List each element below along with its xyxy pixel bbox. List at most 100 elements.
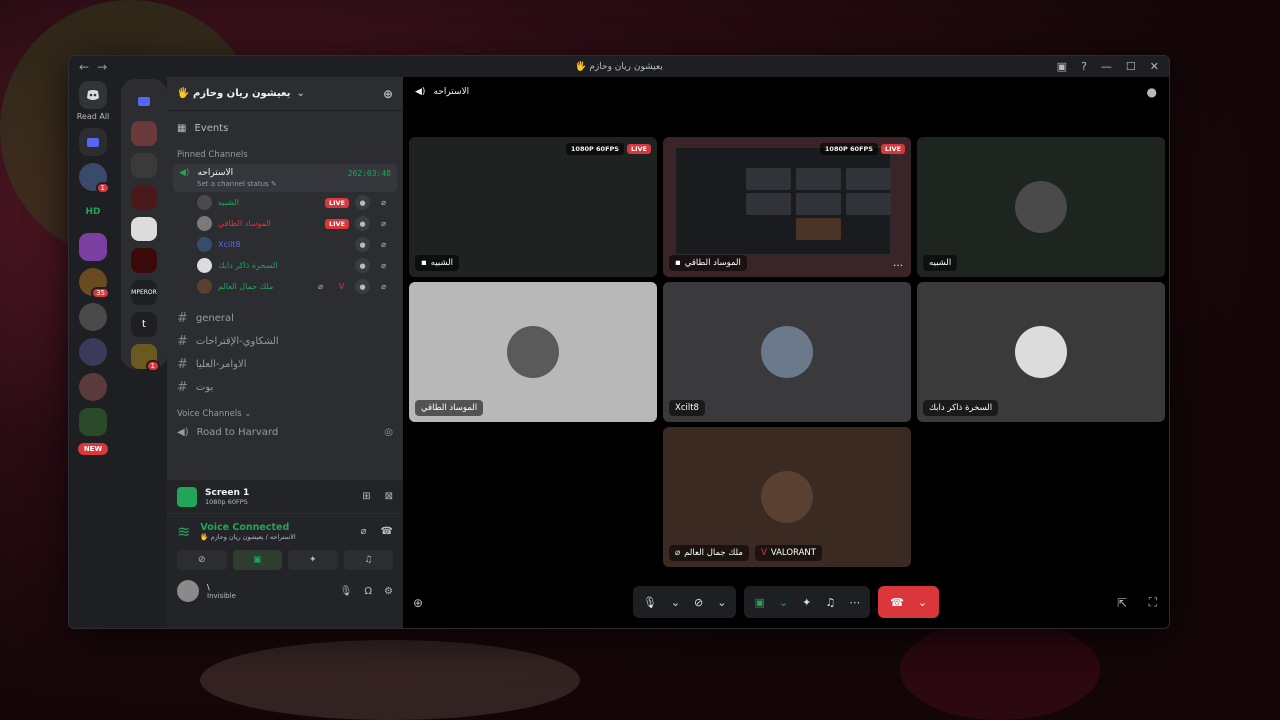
- guild-emperor-icon[interactable]: MPEROR: [131, 280, 157, 306]
- folder-icon[interactable]: [79, 128, 107, 156]
- window-title: 🖐 يعيشون ريان وحازم: [575, 61, 663, 72]
- camera-off-icon: ⌀: [318, 282, 323, 291]
- tile-name: السخرة ذاكر دابك: [929, 403, 993, 413]
- read-all-label[interactable]: Read All: [77, 112, 110, 121]
- events-item[interactable]: ▦ Events: [173, 117, 397, 140]
- activities-icon[interactable]: ✦: [802, 596, 811, 609]
- chevron-down-icon[interactable]: ⌄: [918, 596, 927, 609]
- guild-icon[interactable]: 1: [131, 344, 160, 373]
- screen-share-icon[interactable]: ▣: [754, 596, 764, 609]
- text-channel-commands[interactable]: # الاوامر-العليا: [173, 353, 397, 376]
- text-channel-suggestions[interactable]: # الشكاوي-الإقتراحات: [173, 330, 397, 353]
- user-panel: Screen 1 1080p 60FPS ⊞ ⊠ ≋ Voice Connect…: [167, 480, 403, 628]
- guild-icon[interactable]: [79, 373, 107, 401]
- voice-connected-title[interactable]: Voice Connected: [200, 522, 295, 533]
- guild-icon[interactable]: [131, 248, 157, 274]
- mic-control[interactable]: 🎙 ⌄ ⊘ ⌄: [632, 586, 737, 618]
- guild-md-icon[interactable]: [79, 338, 107, 366]
- back-arrow-icon[interactable]: ←: [79, 60, 89, 74]
- chat-bubble-icon[interactable]: ●: [355, 279, 370, 294]
- camera-off-icon[interactable]: ⊘: [694, 596, 703, 609]
- voice-channel-active[interactable]: ◀) الاستراحه 262:03:48 Set a channel sta…: [173, 164, 397, 192]
- discord-home-icon[interactable]: [79, 81, 107, 109]
- pinned-category[interactable]: Pinned Channels: [173, 140, 397, 164]
- chevron-down-icon[interactable]: ⌄: [717, 596, 726, 609]
- chat-icon[interactable]: ●: [1147, 85, 1157, 99]
- user-tile[interactable]: Xcilt8: [663, 282, 911, 422]
- deafened-icon: ⌀: [381, 219, 386, 228]
- hang-up-icon[interactable]: ☎: [890, 596, 904, 609]
- user-tile[interactable]: السخرة ذاكر دابك: [917, 282, 1165, 422]
- guild-icon[interactable]: [79, 408, 107, 436]
- signal-icon[interactable]: ≋: [177, 522, 190, 541]
- screen-share-control[interactable]: ▣ ⌄ ✦ ♫ ⋯: [744, 586, 871, 618]
- channel-status[interactable]: Set a channel status ✎: [179, 180, 391, 188]
- noise-suppression-icon[interactable]: ⌀: [361, 526, 367, 537]
- chat-bubble-icon[interactable]: ●: [355, 195, 370, 210]
- guild-crown-icon[interactable]: 35: [79, 268, 110, 299]
- mic-muted-icon: ⌀: [381, 261, 386, 270]
- user-tile[interactable]: ⌀ ملك جمال العالم V VALORANT: [663, 427, 911, 567]
- channel-name: الشكاوي-الإقتراحات: [195, 336, 279, 347]
- help-icon[interactable]: ?: [1081, 60, 1087, 73]
- chevron-down-icon[interactable]: ⌄: [671, 596, 680, 609]
- soundboard-icon[interactable]: ♫: [825, 596, 835, 609]
- chevron-down-icon[interactable]: ⌄: [779, 596, 788, 609]
- server-header[interactable]: 🖐 يعيشون ريان وحازم ⌄ ⊕: [167, 77, 403, 111]
- more-options-icon[interactable]: …: [893, 258, 903, 269]
- activities-button[interactable]: ✦: [288, 550, 338, 570]
- close-icon[interactable]: ✕: [1150, 60, 1159, 73]
- voice-user[interactable]: الموساد الطاقي LIVE ● ⌀: [173, 213, 397, 234]
- voice-user[interactable]: الشبيه LIVE ● ⌀: [173, 192, 397, 213]
- avatar: [197, 195, 212, 210]
- folder-icon[interactable]: [131, 89, 157, 114]
- new-badge[interactable]: NEW: [77, 443, 109, 455]
- camera-toggle-button[interactable]: ⊘: [177, 550, 227, 570]
- inbox-icon[interactable]: ▣: [1057, 60, 1067, 73]
- more-icon[interactable]: ⋯: [849, 596, 860, 609]
- chat-bubble-icon[interactable]: ●: [355, 216, 370, 231]
- hidden-eye-icon[interactable]: ◎: [384, 427, 393, 438]
- voice-channel-road-to-harvard[interactable]: ◀) Road to Harvard ◎: [173, 423, 397, 442]
- guild-icon[interactable]: [131, 184, 157, 210]
- screen-share-button[interactable]: ▣: [232, 550, 282, 570]
- settings-gear-icon[interactable]: ⚙: [384, 586, 393, 597]
- user-tile[interactable]: الموساد الطاقي: [409, 282, 657, 422]
- guild-icon[interactable]: [79, 303, 107, 331]
- forward-arrow-icon[interactable]: →: [97, 60, 107, 74]
- stream-tile[interactable]: 1080P 60FPS LIVE ▪ الموساد الطاقي …: [663, 137, 911, 277]
- text-channel-general[interactable]: # general: [173, 307, 397, 330]
- voice-category[interactable]: Voice Channels ⌄: [173, 399, 397, 423]
- maximize-icon[interactable]: ☐: [1126, 60, 1136, 73]
- leave-call-button[interactable]: ☎ ⌄: [878, 586, 940, 618]
- voice-user[interactable]: ملك جمال العالم ⌀ V ● ⌀: [173, 276, 397, 297]
- voice-user[interactable]: Xcilt8 ● ⌀: [173, 234, 397, 255]
- invite-people-icon[interactable]: ⊕: [383, 87, 393, 101]
- voice-connected-sub[interactable]: 🖐 الاستراحه / يعيشون ريان وحازم: [200, 533, 295, 541]
- chat-bubble-icon[interactable]: ●: [355, 237, 370, 252]
- guild-t-icon[interactable]: t: [131, 312, 157, 338]
- stop-stream-icon[interactable]: ⊠: [385, 491, 393, 502]
- avatar[interactable]: [177, 580, 199, 602]
- stream-tile[interactable]: 1080P 60FPS LIVE ▪ الشبيه: [409, 137, 657, 277]
- user-tile[interactable]: الشبيه: [917, 137, 1165, 277]
- guild-icon[interactable]: [79, 233, 107, 261]
- popout-icon[interactable]: ⇱: [1117, 596, 1127, 610]
- gamepad-icon[interactable]: ⊞: [362, 491, 370, 502]
- guild-icon[interactable]: [131, 152, 157, 178]
- disconnect-icon[interactable]: ☎: [381, 526, 393, 537]
- voice-user[interactable]: السخرة ذاكر دابك ● ⌀: [173, 255, 397, 276]
- guild-icon[interactable]: 1: [79, 163, 110, 194]
- mic-icon[interactable]: 🎙: [643, 596, 657, 609]
- fullscreen-icon[interactable]: ⛶: [1149, 595, 1157, 610]
- text-channel-bot[interactable]: # بوت: [173, 376, 397, 399]
- minimize-icon[interactable]: —: [1101, 60, 1112, 73]
- guild-icon[interactable]: [131, 120, 157, 146]
- soundboard-button[interactable]: ♫: [343, 550, 393, 570]
- chat-bubble-icon[interactable]: ●: [355, 258, 370, 273]
- guild-icon[interactable]: [131, 216, 157, 242]
- headphones-icon[interactable]: Ω: [364, 586, 372, 597]
- mic-icon[interactable]: 🎙: [340, 586, 353, 597]
- screen-share-title: Screen 1: [205, 487, 250, 498]
- guild-hd-icon[interactable]: HD: [79, 198, 107, 226]
